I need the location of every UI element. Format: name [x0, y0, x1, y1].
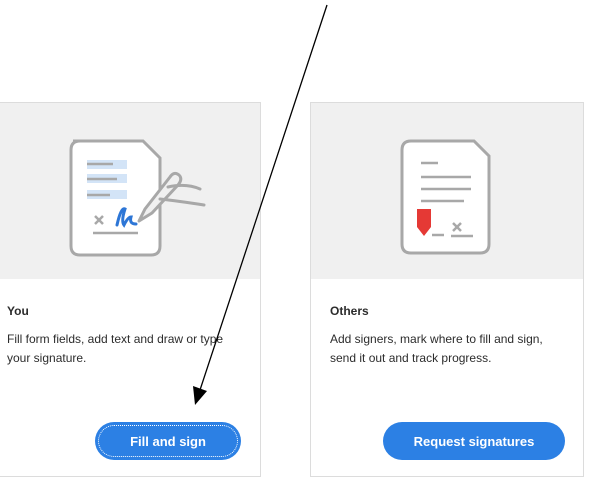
you-card-title: You — [7, 304, 29, 318]
others-card-description: Add signers, mark where to fill and sign… — [330, 332, 543, 365]
request-signatures-illustration — [311, 103, 583, 279]
document-sign-icon — [69, 139, 206, 257]
document-request-icon — [400, 139, 491, 255]
fill-and-sign-card: You Fill form fields, add text and draw … — [0, 102, 261, 477]
you-card-description: Fill form fields, add text and draw or t… — [7, 332, 224, 365]
fill-and-sign-illustration — [0, 103, 260, 279]
fill-and-sign-button[interactable]: Fill and sign — [95, 422, 241, 460]
request-signatures-button[interactable]: Request signatures — [383, 422, 565, 460]
request-signatures-card: Others Add signers, mark where to fill a… — [310, 102, 584, 477]
others-card-title: Others — [330, 304, 369, 318]
